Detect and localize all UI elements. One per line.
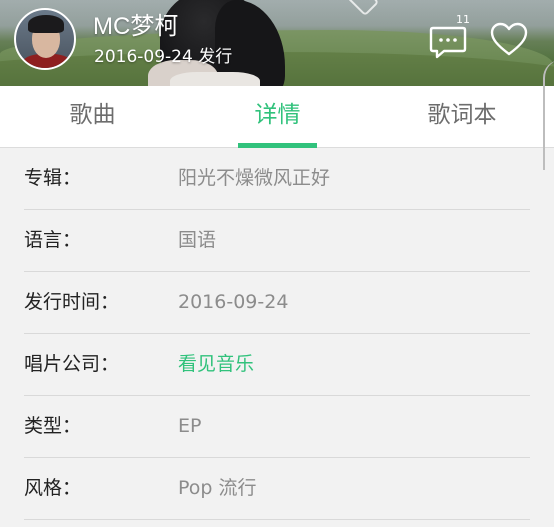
detail-value-genre: Pop 流行: [178, 477, 257, 499]
comment-icon: [429, 26, 467, 59]
detail-row-language: 语言： 国语: [24, 210, 530, 272]
album-header-banner: MC梦柯 2016-09-24 发行 11: [0, 0, 554, 86]
tab-bar: 歌曲 详情 歌词本: [0, 86, 554, 148]
like-button[interactable]: [489, 20, 529, 60]
comment-count-badge: 11: [456, 13, 470, 26]
detail-label: 风格：: [24, 477, 82, 499]
detail-row-album: 专辑： 阳光不燥微风正好: [24, 148, 530, 210]
album-details-list: 专辑： 阳光不燥微风正好 语言： 国语 发行时间： 2016-09-24 唱片公…: [0, 148, 554, 520]
avatar-hair: [28, 15, 64, 33]
detail-value-album: 阳光不燥微风正好: [178, 167, 331, 189]
detail-label: 专辑：: [24, 167, 82, 189]
detail-label: 发行时间：: [24, 291, 120, 313]
detail-row-record-label: 唱片公司： 看见音乐: [24, 334, 530, 396]
release-date-text: 2016-09-24 发行: [94, 47, 233, 67]
detail-value-release-date: 2016-09-24: [178, 291, 289, 313]
detail-label: 语言：: [24, 229, 82, 251]
tab-lyrics[interactable]: 歌词本: [370, 86, 554, 148]
tab-details[interactable]: 详情: [185, 86, 370, 148]
heart-icon: [490, 22, 528, 56]
detail-value-language: 国语: [178, 229, 217, 251]
detail-value-type: EP: [178, 415, 202, 437]
detail-label: 类型：: [24, 415, 82, 437]
detail-label: 唱片公司：: [24, 353, 120, 375]
comment-button[interactable]: [428, 20, 468, 60]
detail-row-genre: 风格： Pop 流行: [24, 458, 530, 520]
artist-name[interactable]: MC梦柯: [93, 12, 178, 42]
artist-avatar[interactable]: [14, 8, 76, 70]
detail-row-release-date: 发行时间： 2016-09-24: [24, 272, 530, 334]
banner-figure-clothing: [170, 72, 260, 86]
collapse-chevron-icon[interactable]: [346, 0, 380, 17]
tab-songs[interactable]: 歌曲: [0, 86, 185, 148]
detail-row-type: 类型： EP: [24, 396, 530, 458]
record-label-link[interactable]: 看见音乐: [178, 334, 254, 394]
